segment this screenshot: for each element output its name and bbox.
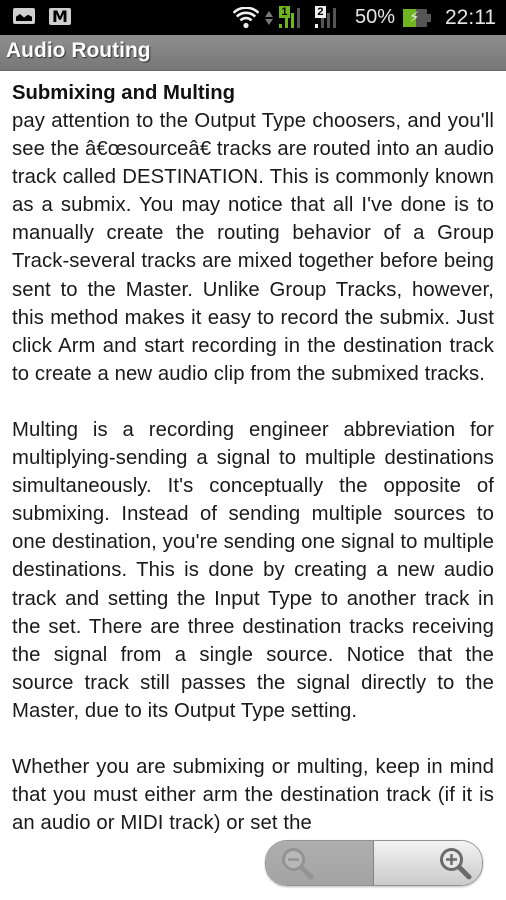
battery-percent: 50% [354,6,395,28]
battery-charging-icon: ⚡ [403,8,431,27]
gmail-icon [49,7,71,26]
zoom-controls [265,840,483,886]
zoom-out-button[interactable] [266,841,374,885]
zoom-out-icon [282,848,314,880]
article-content[interactable]: Submixing and Multing pay attention to t… [12,79,494,865]
section-heading: Submixing and Multing [12,82,236,104]
zoom-in-icon [440,848,472,880]
paragraph: Multing is a recording engineer abbrevia… [12,418,494,722]
title-bar: Audio Routing [0,35,506,71]
signal-sim1-icon: 1 [278,5,309,30]
signal-sim2-icon: 2 [314,5,345,30]
gallery-icon [13,8,35,24]
paragraph: Whether you are submixing or multing, ke… [12,755,494,835]
data-activity-icon [264,9,273,27]
system-icons: 1 2 50% ⚡ 22:11 [232,0,496,35]
wifi-icon [232,6,259,29]
notification-icons [13,7,71,26]
clock: 22:11 [445,5,496,29]
page-title: Audio Routing [6,39,151,62]
zoom-in-button[interactable] [374,841,482,885]
paragraph: pay attention to the Output Type chooser… [12,110,494,385]
status-bar: 1 2 50% ⚡ 22:11 [0,0,506,35]
